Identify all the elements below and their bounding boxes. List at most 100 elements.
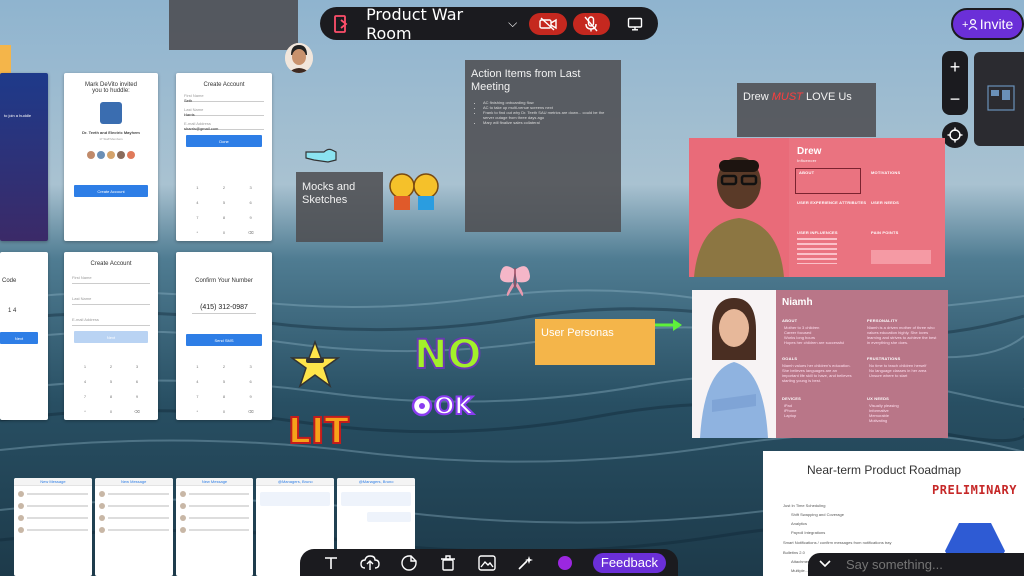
list-item xyxy=(179,526,250,534)
sticky-note-top[interactable] xyxy=(169,0,298,50)
email-field[interactable]: E-mail Address xyxy=(72,317,150,326)
drew-note-text: Drew xyxy=(743,91,772,103)
persona-card-drew[interactable]: Drew Influencer ABOUT MOTIVATIONS USER E… xyxy=(689,138,945,277)
persona-card-niamh[interactable]: Niamh ABOUT Mother to 3 children Career f… xyxy=(692,290,948,438)
phone-create2-title: Create Account xyxy=(90,261,132,267)
mic-toggle-button[interactable] xyxy=(572,12,611,35)
crosshair-icon xyxy=(947,127,963,143)
persona-role: Influencer xyxy=(797,158,817,163)
list-item xyxy=(18,526,88,534)
phone-mockup-join[interactable]: to join a huddle xyxy=(0,73,48,241)
keypad[interactable]: 123 456 789 * 0 ⌫ xyxy=(184,185,264,235)
sticky-note-user-personas[interactable]: User Personas xyxy=(535,319,655,365)
room-title[interactable]: Product War Room xyxy=(366,5,504,43)
chevron-down-icon[interactable] xyxy=(818,556,832,574)
effects-tool-button[interactable] xyxy=(507,553,546,573)
ok-sticker[interactable]: OK xyxy=(433,391,474,421)
member-avatars xyxy=(64,151,158,159)
list-item xyxy=(98,490,169,498)
group-members: 17 Staff Members xyxy=(99,137,123,141)
text-icon xyxy=(325,556,338,569)
exit-room-icon[interactable] xyxy=(328,12,356,36)
sticker-tool-button[interactable] xyxy=(390,553,429,573)
phone-mockup-confirm-number[interactable]: Confirm Your Number (415) 312-0987 Send … xyxy=(176,252,272,420)
phone-number-field[interactable]: (415) 312-0987 xyxy=(192,304,256,314)
roadmap-item: Bulletins 2.0 xyxy=(783,550,805,555)
cartoon-pair-sticker-icon[interactable] xyxy=(386,170,442,212)
mic-off-icon xyxy=(584,15,598,31)
recenter-button[interactable] xyxy=(942,122,968,148)
message-screen-thumb[interactable]: New Message xyxy=(14,478,92,576)
phone-join-text: to join a huddle xyxy=(4,113,32,118)
list-item xyxy=(179,502,250,510)
keypad[interactable]: 123 456 789 * 0 ⌫ xyxy=(72,364,150,414)
persona-name: Drew xyxy=(797,146,822,157)
zoom-in-button[interactable]: + xyxy=(950,57,961,78)
keypad[interactable]: 123 456 789 * 0 ⌫ xyxy=(184,364,264,414)
canvas-minimap[interactable] xyxy=(974,52,1024,146)
done-button[interactable]: Done xyxy=(186,135,262,147)
sticky-note-edge[interactable] xyxy=(0,45,11,75)
email-field[interactable]: E-mail Address sharris@gmail.com xyxy=(184,121,264,131)
persona-photo-drew xyxy=(689,138,789,277)
pointing-hand-icon[interactable] xyxy=(304,144,338,164)
roadmap-item: Just In Time Scheduling xyxy=(783,503,826,508)
screen-share-button[interactable] xyxy=(620,13,650,35)
delete-tool-button[interactable] xyxy=(429,553,468,573)
send-sms-button[interactable]: Send SMS xyxy=(186,334,262,346)
user-avatar[interactable] xyxy=(285,43,313,73)
color-picker-button[interactable] xyxy=(546,553,585,573)
no-sticker[interactable]: NO xyxy=(413,334,482,376)
phone-code-button[interactable]: Next xyxy=(0,332,38,344)
chat-bubble xyxy=(367,512,411,522)
phone-mockup-create-account-empty[interactable]: Create Account First Name Last Name E-ma… xyxy=(64,252,158,420)
persona-stats-box xyxy=(871,250,931,264)
avatar-face-icon xyxy=(285,43,313,73)
phone-invite-title: Mark DeVito invited you to huddle: xyxy=(85,82,137,94)
camera-off-icon xyxy=(539,16,557,31)
drew-note-suffix: LOVE Us xyxy=(802,91,852,103)
phone-mockup-code[interactable]: Code 1 4 Next xyxy=(0,252,48,420)
butterfly-icon[interactable] xyxy=(498,262,532,298)
trash-icon xyxy=(441,554,456,571)
sticky-note-drew[interactable]: Drew MUST LOVE Us xyxy=(737,83,876,137)
chat-bubble xyxy=(260,492,331,506)
persona-section: USER EXPERIENCE ATTRIBUTES xyxy=(797,200,867,205)
phone-mockup-invite[interactable]: Mark DeVito invited you to huddle: Dr. Te… xyxy=(64,73,158,241)
sticky-note-action-items[interactable]: Action Items from Last Meeting AC finish… xyxy=(465,60,621,232)
lit-sticker[interactable]: LIT xyxy=(287,411,350,453)
first-name-field[interactable]: First Name Seth xyxy=(184,93,264,103)
list-item xyxy=(179,490,250,498)
star-sticker-icon[interactable] xyxy=(290,340,340,388)
phone-mockup-create-account[interactable]: Create Account First Name Seth Last Name H… xyxy=(176,73,272,241)
create-account-button[interactable]: Create Account xyxy=(74,185,148,197)
chat-input[interactable] xyxy=(846,557,996,572)
image-tool-button[interactable] xyxy=(468,553,507,573)
zoom-out-button[interactable]: − xyxy=(950,89,961,110)
list-item xyxy=(18,490,88,498)
text-tool-button[interactable] xyxy=(312,553,351,573)
invite-button[interactable]: + Invite xyxy=(951,8,1024,40)
feedback-button[interactable]: Feedback xyxy=(592,552,666,573)
first-name-field[interactable]: First Name xyxy=(72,275,150,284)
persona-section: ABOUT xyxy=(782,318,798,323)
phone-code-digits: 1 4 xyxy=(8,308,17,314)
persona-section: ABOUT xyxy=(799,170,815,175)
next-button[interactable]: Next xyxy=(74,331,148,343)
persona-section: FRUSTRATIONS xyxy=(867,356,901,361)
message-screen-thumb[interactable]: New Message xyxy=(94,478,173,576)
thumb-title: @Managers, Bruno xyxy=(337,478,415,486)
effects-icon xyxy=(518,555,534,570)
persona-section: PERSONALITY xyxy=(867,318,898,323)
last-name-field[interactable]: Last Name xyxy=(72,296,150,305)
chevron-down-icon[interactable]: ⌵ xyxy=(508,16,517,31)
svg-text:+: + xyxy=(962,19,968,30)
upload-tool-button[interactable] xyxy=(351,553,390,573)
last-name-field[interactable]: Last Name Harris xyxy=(184,107,264,117)
roadmap-item: Analytics xyxy=(791,521,808,526)
chat-bubble xyxy=(341,492,411,506)
camera-toggle-button[interactable] xyxy=(529,12,567,35)
sticky-note-mocks[interactable]: Mocks and Sketches xyxy=(296,172,383,242)
action-item: Mary will finalize sales collateral xyxy=(483,120,615,125)
message-screen-thumb[interactable]: New Message xyxy=(175,478,254,576)
